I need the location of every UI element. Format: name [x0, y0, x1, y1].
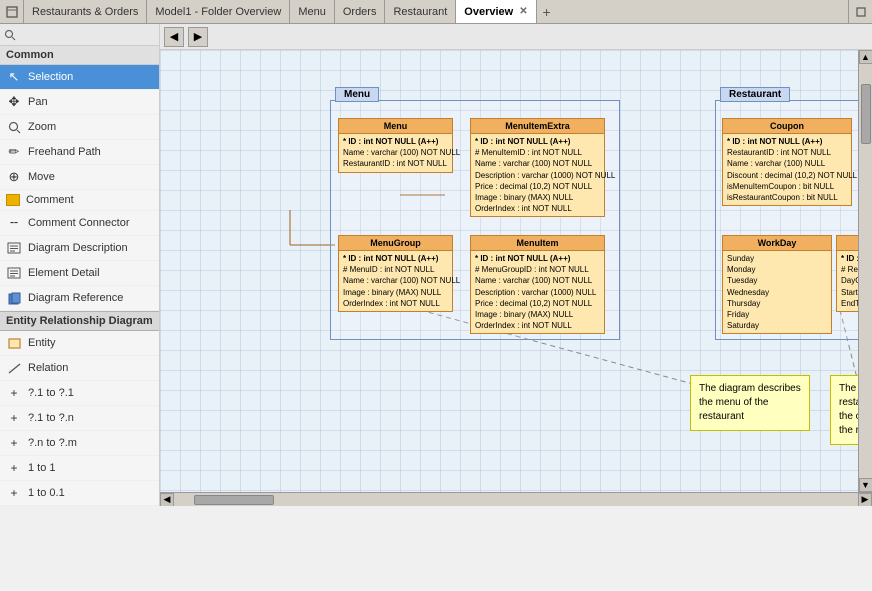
tab-bar: Restaurants & Orders Model1 - Folder Ove…	[0, 0, 872, 24]
uml-class-openinghours-attrs: * ID : int NOT NULL (A++) # RestaurantID…	[837, 251, 858, 311]
scroll-thumb-v[interactable]	[861, 84, 871, 144]
pan-icon: ✥	[6, 94, 22, 110]
scroll-thumb-h[interactable]	[194, 495, 274, 505]
uml-class-menugroup-attrs: * ID : int NOT NULL (A++) # MenuID : int…	[339, 251, 452, 311]
sidebar-item-1to1-a[interactable]: + ?.1 to ?.1	[0, 381, 159, 406]
freehand-icon: ✏	[6, 144, 22, 160]
comment-box-2[interactable]: The diagram shows restaurant model and t…	[830, 375, 858, 445]
app-container: Restaurants & Orders Model1 - Folder Ove…	[0, 0, 872, 506]
selection-icon: ↖	[6, 69, 22, 85]
tab-bar-left-icon	[0, 0, 24, 23]
uml-class-coupon-attrs: * ID : int NOT NULL (A++) RestaurantID :…	[723, 134, 851, 205]
sidebar-item-comment[interactable]: Comment	[0, 190, 159, 211]
uml-class-coupon[interactable]: Coupon * ID : int NOT NULL (A++) Restaur…	[722, 118, 852, 206]
sidebar-section-common: Common	[0, 46, 159, 65]
uml-class-menuitem-title: MenuItem	[471, 236, 604, 251]
search-icon	[4, 29, 16, 41]
sidebar-item-1to1[interactable]: + 1 to 1	[0, 456, 159, 481]
uml-class-openinghours[interactable]: OpeningHours * ID : int NOT NULL (A++) #…	[836, 235, 858, 312]
uml-class-openinghours-title: OpeningHours	[837, 236, 858, 251]
sidebar-item-1to01[interactable]: + 1 to 0.1	[0, 481, 159, 506]
sidebar-section-erd: Entity Relationship Diagram	[0, 311, 159, 331]
restaurant-frame-title: Restaurant	[720, 87, 790, 102]
scroll-up-arrow[interactable]: ▲	[859, 50, 872, 64]
cardinality-icon-4: +	[6, 460, 22, 476]
canvas-toolbar: ◀ ▶	[160, 24, 872, 50]
comment-icon	[6, 194, 20, 206]
back-button[interactable]: ◀	[164, 27, 184, 47]
cardinality-icon-1: +	[6, 385, 22, 401]
diagram-ref-icon	[6, 290, 22, 306]
sidebar-item-move[interactable]: ⊕ Move	[0, 165, 159, 190]
sidebar-item-diagram-description[interactable]: Diagram Description	[0, 236, 159, 261]
relation-icon	[6, 360, 22, 376]
diagram-canvas[interactable]: Menu Menu * ID : int NOT NULL (A++) Name…	[160, 50, 858, 492]
move-icon: ⊕	[6, 169, 22, 185]
uml-class-menu[interactable]: Menu * ID : int NOT NULL (A++) Name : va…	[338, 118, 453, 173]
scroll-right-arrow[interactable]: ▶	[858, 493, 872, 507]
forward-button[interactable]: ▶	[188, 27, 208, 47]
sidebar-item-freehand-path[interactable]: ✏ Freehand Path	[0, 140, 159, 165]
uml-class-workday-title: WorkDay	[723, 236, 831, 251]
entity-icon	[6, 335, 22, 351]
sidebar-item-diagram-reference[interactable]: Diagram Reference	[0, 286, 159, 311]
uml-class-workday[interactable]: WorkDay Sunday Monday Tuesday Wednesday …	[722, 235, 832, 334]
diagram-desc-icon	[6, 240, 22, 256]
sidebar: Common ↖ Selection ✥ Pan Zoom ✏ Freehand…	[0, 24, 160, 506]
tab-add-button[interactable]: +	[537, 0, 557, 23]
sidebar-item-relation[interactable]: Relation	[0, 356, 159, 381]
sidebar-item-ntom[interactable]: + ?.n to ?.m	[0, 431, 159, 456]
sidebar-item-1ton[interactable]: + ?.1 to ?.n	[0, 406, 159, 431]
uml-class-menuitem-attrs: * ID : int NOT NULL (A++) # MenuGroupID …	[471, 251, 604, 333]
tab-model1-folder[interactable]: Model1 - Folder Overview	[147, 0, 290, 23]
uml-class-menugroup-title: MenuGroup	[339, 236, 452, 251]
horizontal-scrollbar[interactable]: ◀ ▶	[160, 492, 872, 506]
sidebar-item-element-detail[interactable]: Element Detail	[0, 261, 159, 286]
comment-connector-icon: ╌	[6, 215, 22, 231]
cardinality-icon-5: +	[6, 485, 22, 501]
uml-class-menuitemextra[interactable]: MenuItemExtra * ID : int NOT NULL (A++) …	[470, 118, 605, 217]
tab-menu[interactable]: Menu	[290, 0, 335, 23]
sidebar-item-pan[interactable]: ✥ Pan	[0, 90, 159, 115]
uml-class-workday-attrs: Sunday Monday Tuesday Wednesday Thursday…	[723, 251, 831, 333]
vertical-scrollbar[interactable]: ▲ ▼	[858, 50, 872, 492]
main-layout: Common ↖ Selection ✥ Pan Zoom ✏ Freehand…	[0, 24, 872, 506]
uml-class-menuitemextra-title: MenuItemExtra	[471, 119, 604, 134]
uml-class-coupon-title: Coupon	[723, 119, 851, 134]
cardinality-icon-3: +	[6, 435, 22, 451]
tab-orders[interactable]: Orders	[335, 0, 386, 23]
tab-restaurants-orders[interactable]: Restaurants & Orders	[24, 0, 147, 23]
comment-box-1[interactable]: The diagram describes the menu of the re…	[690, 375, 810, 431]
tab-restaurant[interactable]: Restaurant	[385, 0, 456, 23]
zoom-icon	[6, 119, 22, 135]
sidebar-search-bar	[0, 24, 159, 46]
scroll-left-arrow[interactable]: ◀	[160, 493, 174, 507]
sidebar-item-zoom[interactable]: Zoom	[0, 115, 159, 140]
tab-right-icon[interactable]	[848, 0, 872, 23]
tab-close-icon[interactable]: ✕	[519, 6, 527, 17]
cardinality-icon-2: +	[6, 410, 22, 426]
scroll-down-arrow[interactable]: ▼	[859, 478, 872, 492]
uml-class-menu-title: Menu	[339, 119, 452, 134]
sidebar-item-entity[interactable]: Entity	[0, 331, 159, 356]
menu-frame-title: Menu	[335, 87, 379, 102]
uml-class-menu-attrs: * ID : int NOT NULL (A++) Name : varchar…	[339, 134, 452, 172]
tab-overview[interactable]: Overview ✕	[456, 0, 536, 23]
sidebar-item-selection[interactable]: ↖ Selection	[0, 65, 159, 90]
element-detail-icon	[6, 265, 22, 281]
sidebar-item-comment-connector[interactable]: ╌ Comment Connector	[0, 211, 159, 236]
uml-class-menugroup[interactable]: MenuGroup * ID : int NOT NULL (A++) # Me…	[338, 235, 453, 312]
uml-class-menuitemextra-attrs: * ID : int NOT NULL (A++) # MenuItemID :…	[471, 134, 604, 216]
uml-class-menuitem[interactable]: MenuItem * ID : int NOT NULL (A++) # Men…	[470, 235, 605, 334]
